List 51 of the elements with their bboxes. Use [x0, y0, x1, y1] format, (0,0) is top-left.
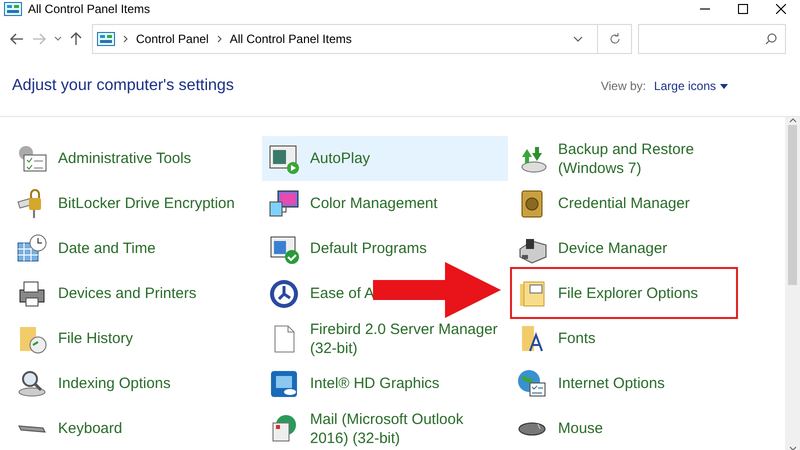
maximize-icon [738, 4, 748, 14]
control-panel-item[interactable]: Firebird 2.0 Server Manager (32-bit) [262, 316, 508, 361]
monitor-color-icon [268, 188, 300, 220]
page-heading: Adjust your computer's settings [12, 77, 234, 95]
arrow-up-icon [70, 32, 82, 46]
window-title: All Control Panel Items [28, 2, 150, 16]
mouse-icon [516, 422, 548, 436]
control-panel-item[interactable]: Internet Options [510, 361, 756, 406]
caret-icon [54, 36, 62, 42]
globe-checklist-icon [516, 368, 548, 400]
control-panel-item[interactable]: File Explorer Options [510, 271, 756, 316]
close-icon [776, 4, 786, 14]
calendar-clock-icon [16, 232, 48, 264]
accessibility-icon [268, 278, 300, 310]
view-by-label: View by: [600, 79, 646, 93]
caret-icon [720, 84, 728, 88]
breadcrumb[interactable]: All Control Panel Items [230, 32, 352, 46]
chevron-icon [123, 35, 128, 43]
control-panel-item[interactable]: Intel® HD Graphics [262, 361, 508, 406]
window-play-icon [268, 142, 300, 174]
control-panel-item[interactable]: Indexing Options [10, 361, 256, 406]
chevron-icon [216, 35, 222, 43]
control-panel-item[interactable]: Backup and Restore (Windows 7) [510, 136, 756, 181]
arrow-left-icon [10, 33, 24, 45]
control-panel-item[interactable]: Credential Manager [510, 181, 756, 226]
refresh-icon [608, 33, 620, 45]
control-panel-item[interactable]: Mouse [510, 406, 756, 450]
dropdown-caret-icon [573, 36, 583, 42]
control-panel-item[interactable]: Date and Time [10, 226, 256, 271]
arrow-right-icon [32, 33, 46, 45]
control-panel-item[interactable]: Mail (Microsoft Outlook 2016) (32-bit) [262, 406, 508, 450]
control-panel-item[interactable]: Device Manager [510, 226, 756, 271]
scroll-up-icon [788, 117, 796, 123]
control-panel-icon [4, 2, 22, 16]
address-bar[interactable]: Control Panel All Control Panel Items [92, 24, 632, 54]
search-icon [765, 33, 777, 45]
control-panel-icon [97, 32, 115, 46]
control-panel-item[interactable]: AutoPlay [262, 136, 508, 181]
view-by-dropdown[interactable]: Large icons [654, 79, 728, 93]
control-panel-item[interactable]: Color Management [262, 181, 508, 226]
scrollbar[interactable] [785, 117, 800, 450]
control-panel-item[interactable]: Default Programs [262, 226, 508, 271]
control-panel-item[interactable]: Keyboard [10, 406, 256, 450]
search-field[interactable] [638, 24, 786, 54]
breadcrumb[interactable]: Control Panel [136, 32, 209, 46]
control-panel-item[interactable]: Devices and Printers [10, 271, 256, 316]
control-panel-item[interactable]: BitLocker Drive Encryption [10, 181, 256, 226]
keyboard-icon [16, 424, 48, 434]
control-panel-item[interactable]: Administrative Tools [10, 136, 256, 181]
control-panel-item[interactable]: Fonts [510, 316, 756, 361]
control-panel-item[interactable]: File History [10, 316, 256, 361]
